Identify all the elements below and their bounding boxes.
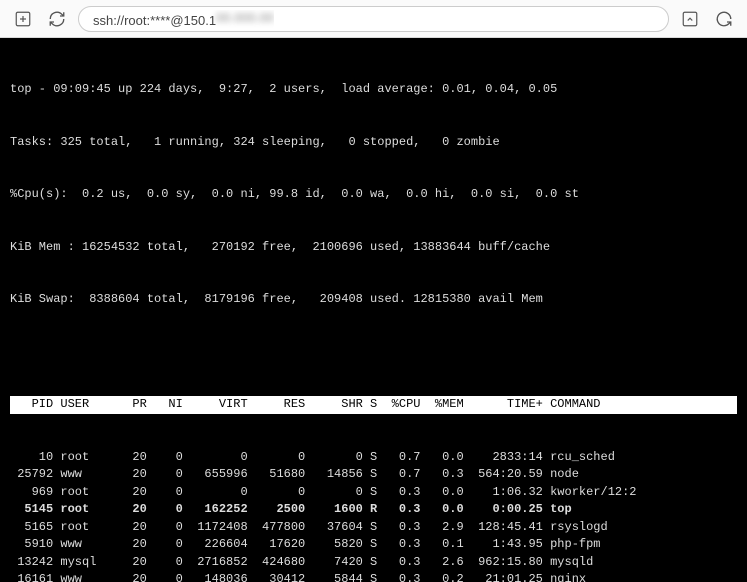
process-row: 969 root 20 0 0 0 0 S 0.3 0.0 1:06.32 kw… [10,484,737,502]
process-header: PID USER PR NI VIRT RES SHR S %CPU %MEM … [10,396,737,414]
address-blurred: 00.000.00 [216,10,274,25]
blank-line [10,344,737,362]
toolbar: ssh://root:****@150.100.000.00 [0,0,747,38]
refresh-icon[interactable] [44,6,70,32]
process-row: 10 root 20 0 0 0 0 S 0.7 0.0 2833:14 rcu… [10,449,737,467]
popup-icon[interactable] [677,6,703,32]
process-row: 13242 mysql 20 0 2716852 424680 7420 S 0… [10,554,737,572]
process-row: 5145 root 20 0 162252 2500 1600 R 0.3 0.… [10,501,737,519]
process-row: 5910 www 20 0 226604 17620 5820 S 0.3 0.… [10,536,737,554]
summary-line: KiB Swap: 8388604 total, 8179196 free, 2… [10,291,737,309]
process-list: 10 root 20 0 0 0 0 S 0.7 0.0 2833:14 rcu… [10,449,737,582]
forward-icon[interactable] [711,6,737,32]
address-text: ssh://root:****@150.1 [93,13,216,28]
summary-line: KiB Mem : 16254532 total, 270192 free, 2… [10,239,737,257]
summary-line: %Cpu(s): 0.2 us, 0.0 sy, 0.0 ni, 99.8 id… [10,186,737,204]
address-bar[interactable]: ssh://root:****@150.100.000.00 [78,6,669,32]
terminal[interactable]: top - 09:09:45 up 224 days, 9:27, 2 user… [0,38,747,582]
process-row: 25792 www 20 0 655996 51680 14856 S 0.7 … [10,466,737,484]
summary-line: Tasks: 325 total, 1 running, 324 sleepin… [10,134,737,152]
process-row: 16161 www 20 0 148036 30412 5844 S 0.3 0… [10,571,737,582]
summary-line: top - 09:09:45 up 224 days, 9:27, 2 user… [10,81,737,99]
process-row: 5165 root 20 0 1172408 477800 37604 S 0.… [10,519,737,537]
new-tab-icon[interactable] [10,6,36,32]
